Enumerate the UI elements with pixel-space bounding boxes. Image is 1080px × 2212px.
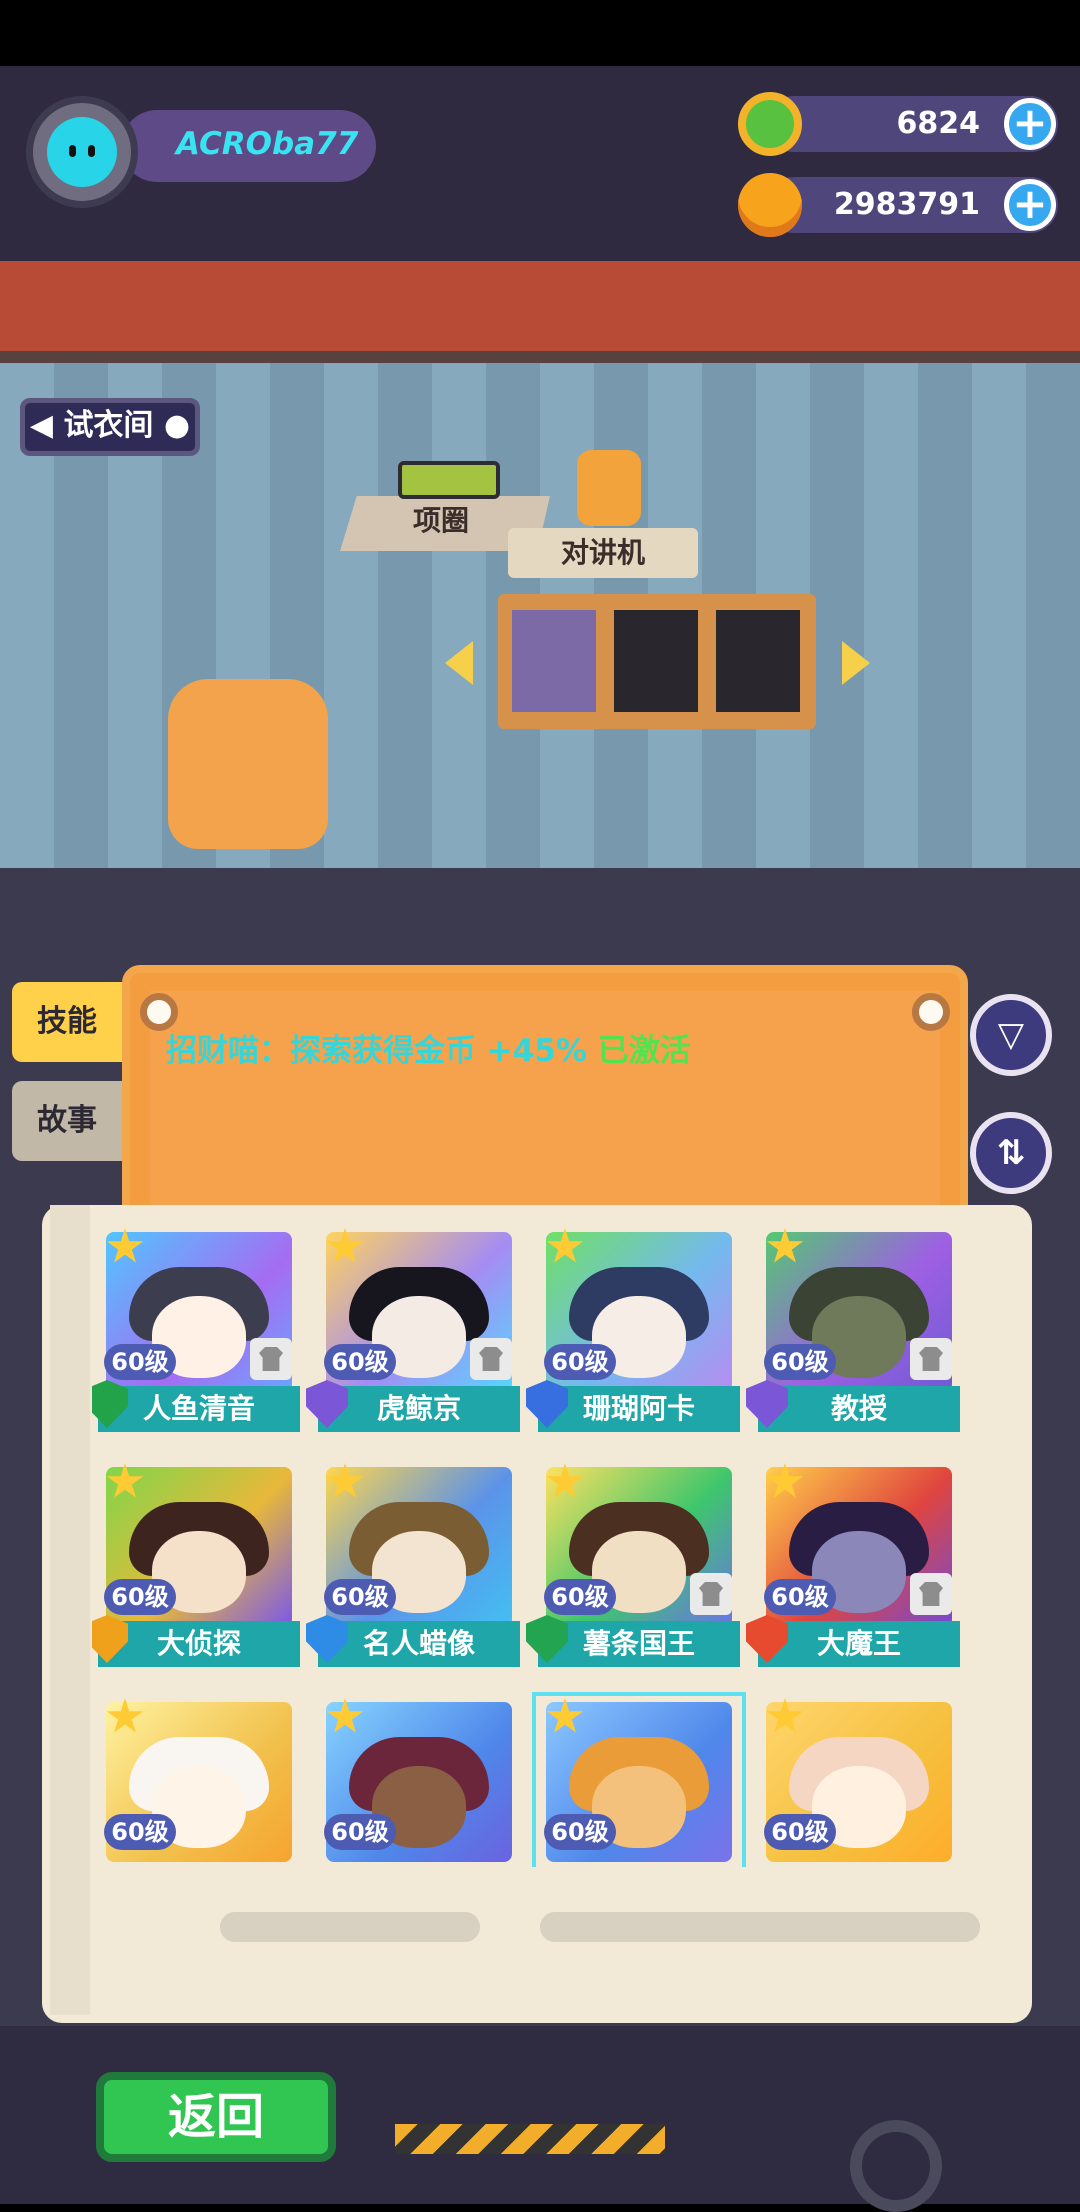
- cat-eye: [69, 145, 76, 157]
- coin-count: 2983791: [833, 187, 980, 222]
- shirt-icon: [699, 1582, 723, 1606]
- character-card[interactable]: 60级 大侦探: [92, 1457, 306, 1667]
- back-arrow-icon: ◀: [29, 408, 53, 443]
- add-gems-button[interactable]: +: [1004, 98, 1056, 150]
- outfit-button[interactable]: [470, 1338, 512, 1380]
- add-coins-button[interactable]: +: [1004, 179, 1056, 231]
- character-card[interactable]: 60级 名人蜡像: [306, 1457, 526, 1667]
- level-badge: 60级: [104, 1579, 176, 1615]
- level-badge: 60级: [544, 1579, 616, 1615]
- collar-icon: [398, 461, 500, 499]
- character-card[interactable]: 60级: [312, 1692, 526, 1867]
- level-badge: 60级: [104, 1814, 176, 1850]
- hazard-stripe: [395, 2124, 665, 2154]
- skill-prefix: 招财喵：探索获得金币: [166, 1033, 476, 1069]
- shirt-icon: [259, 1347, 283, 1371]
- skill-bonus: +45%: [486, 1033, 587, 1069]
- outfit-button[interactable]: [250, 1338, 292, 1380]
- level-badge: 60级: [324, 1344, 396, 1380]
- outfit-button[interactable]: [690, 1573, 732, 1615]
- top-shelf: [0, 261, 1080, 363]
- book-left-edge: [50, 1205, 90, 2015]
- shirt-icon: [919, 1582, 943, 1606]
- character-card[interactable]: 60级 珊瑚阿卡: [526, 1222, 746, 1432]
- level-badge: 60级: [104, 1344, 176, 1380]
- gem-icon: [738, 92, 802, 156]
- story-tab[interactable]: 故事: [12, 1081, 122, 1161]
- blurred-story-text: [540, 1912, 980, 1942]
- coin-resource: 2983791 +: [738, 173, 1058, 237]
- sort-icon: ⇅: [996, 1133, 1026, 1173]
- character-card[interactable]: 60级: [92, 1692, 306, 1867]
- previous-outfit-arrow[interactable]: [445, 641, 473, 685]
- outfit-slot-1[interactable]: [512, 610, 596, 712]
- blurred-story-text: [220, 1912, 480, 1942]
- outfit-slot-3[interactable]: [716, 610, 800, 712]
- outfit-slot-2[interactable]: [614, 610, 698, 712]
- walkie-talkie-icon: [577, 450, 641, 526]
- player-name: ACROba77: [176, 126, 359, 162]
- level-badge: 60级: [544, 1814, 616, 1850]
- cat-eye: [88, 145, 95, 157]
- sort-button[interactable]: ⇅: [970, 1112, 1052, 1194]
- character-name: 名人蜡像: [318, 1621, 520, 1667]
- outfit-frame: [498, 594, 816, 729]
- filter-icon: ▽: [997, 1015, 1025, 1055]
- back-button[interactable]: 返回: [96, 2072, 336, 2162]
- character-name: 薯条国王: [538, 1621, 740, 1667]
- level-badge: 60级: [764, 1579, 836, 1615]
- character-name: 大魔王: [758, 1621, 960, 1667]
- filter-button[interactable]: ▽: [970, 994, 1052, 1076]
- player-profile[interactable]: ACROba77: [26, 96, 386, 211]
- dot-icon: ●: [163, 408, 191, 443]
- level-badge: 60级: [544, 1344, 616, 1380]
- skill-status: 已激活: [597, 1033, 691, 1069]
- skill-tab[interactable]: 技能: [12, 982, 122, 1062]
- outfit-button[interactable]: [910, 1573, 952, 1615]
- skill-description: 招财喵：探索获得金币 +45% 已激活: [166, 1025, 691, 1070]
- coin-planet-icon: [738, 173, 802, 237]
- character-card[interactable]: 60级 薯条国王: [526, 1457, 746, 1667]
- character-card[interactable]: 60级: [752, 1692, 966, 1867]
- character-name: 教授: [758, 1386, 960, 1432]
- pin-icon: [912, 993, 950, 1031]
- character-card[interactable]: 60级 教授: [746, 1222, 966, 1432]
- selected-character-card[interactable]: 60级: [532, 1692, 746, 1867]
- walkie-talkie-label: 对讲机: [508, 528, 698, 578]
- character-name: 大侦探: [98, 1621, 300, 1667]
- next-outfit-arrow[interactable]: [842, 641, 870, 685]
- fitting-room-button[interactable]: ◀ 试衣间 ●: [20, 398, 200, 456]
- outfit-button[interactable]: [910, 1338, 952, 1380]
- character-card[interactable]: 60级 大魔王: [746, 1457, 966, 1667]
- character-name: 珊瑚阿卡: [538, 1386, 740, 1432]
- gear-decoration: [850, 2120, 942, 2212]
- gem-count: 6824: [896, 106, 981, 141]
- character-card[interactable]: 60级 虎鲸京: [306, 1222, 526, 1432]
- character-card[interactable]: 60级 人鱼清音: [92, 1222, 306, 1432]
- fitting-room-label: 试衣间: [63, 408, 154, 443]
- level-badge: 60级: [764, 1344, 836, 1380]
- player-cat-character: [168, 679, 328, 849]
- level-badge: 60级: [764, 1814, 836, 1850]
- gem-resource: 6824 +: [738, 92, 1058, 156]
- level-badge: 60级: [324, 1579, 396, 1615]
- level-badge: 60级: [324, 1814, 396, 1850]
- character-name: 人鱼清音: [98, 1386, 300, 1432]
- status-bar: [0, 0, 1080, 66]
- shirt-icon: [479, 1347, 503, 1371]
- player-avatar[interactable]: [26, 96, 138, 208]
- cat-avatar-icon: [47, 117, 117, 187]
- character-grid: 60级 人鱼清音 60级 虎鲸京 60级 珊瑚阿卡 60级 教授 60级 大侦探…: [92, 1222, 992, 1867]
- collar-label: 项圈: [412, 504, 469, 537]
- character-name: 虎鲸京: [318, 1386, 520, 1432]
- shirt-icon: [919, 1347, 943, 1371]
